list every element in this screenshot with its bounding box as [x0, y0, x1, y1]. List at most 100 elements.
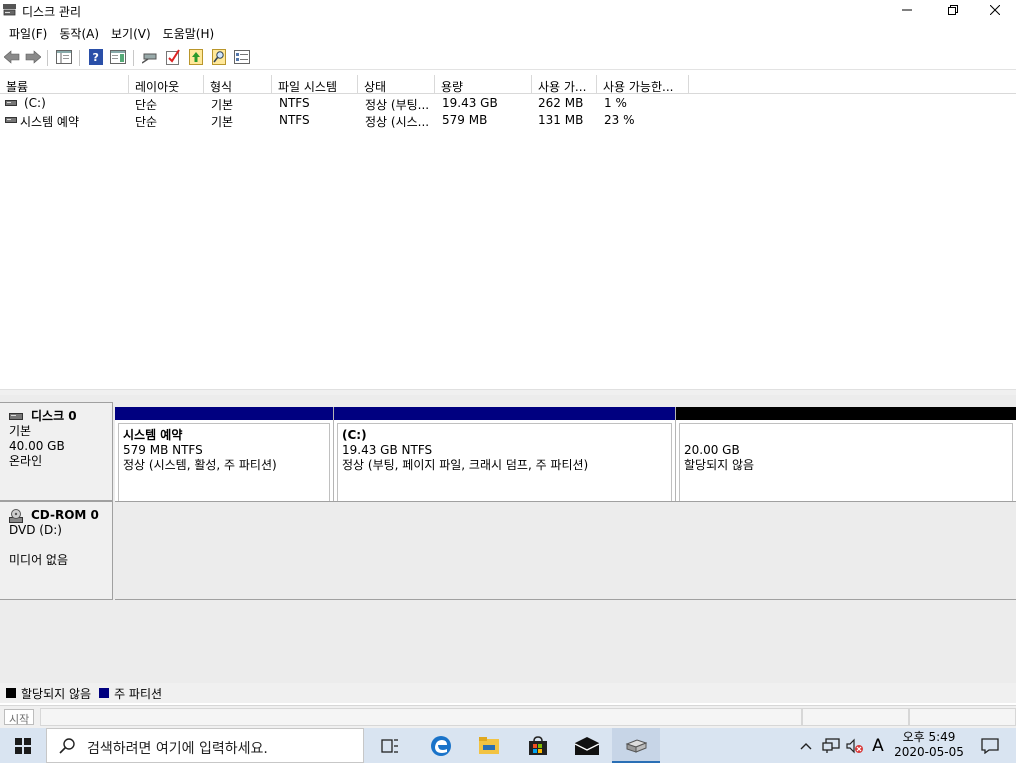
- menu-help[interactable]: 도움말(H): [157, 22, 221, 42]
- forward-button[interactable]: [24, 48, 42, 66]
- disk-management-app-icon: [3, 4, 16, 16]
- cdrom-0-type: DVD (D:): [9, 523, 62, 537]
- cell-percent-free: 1 %: [604, 96, 627, 110]
- minimize-icon: [902, 9, 912, 11]
- column-layout[interactable]: 레이아웃: [129, 75, 204, 94]
- start-button[interactable]: [0, 728, 46, 763]
- partition-status: 정상 (부팅, 페이지 파일, 크래시 덤프, 주 파티션): [342, 458, 589, 472]
- cell-free-space: 131 MB: [538, 113, 584, 127]
- volume-icon: [5, 117, 17, 123]
- menu-view[interactable]: 보기(V): [105, 22, 157, 42]
- cell-status: 정상 (부팅...: [365, 98, 430, 112]
- cell-layout: 단순: [135, 98, 158, 112]
- table-row[interactable]: 시스템 예약 단순 기본 NTFS 정상 (시스... 579 MB 131 M…: [0, 112, 1016, 129]
- check-icon: [166, 49, 180, 65]
- table-row[interactable]: (C:) 단순 기본 NTFS 정상 (부팅... 19.43 GB 262 M…: [0, 95, 1016, 112]
- forward-icon: [25, 50, 41, 64]
- disk-management-taskbar-button[interactable]: [612, 728, 660, 763]
- list-button[interactable]: [233, 48, 251, 66]
- mail-icon: [575, 736, 599, 755]
- status-panel: [802, 708, 909, 726]
- status-start-label: 시작: [4, 709, 35, 726]
- properties-button[interactable]: [109, 48, 127, 66]
- search-icon: [212, 49, 226, 65]
- column-type[interactable]: 형식: [204, 75, 272, 94]
- restore-button[interactable]: [930, 0, 976, 20]
- partition-status: 할당되지 않음: [684, 458, 755, 472]
- title-bar: 디스크 관리: [0, 0, 1016, 20]
- cell-status: 정상 (시스...: [365, 115, 430, 129]
- export-icon: [189, 49, 203, 65]
- notifications-button[interactable]: [974, 728, 1006, 763]
- cd-drive-icon: [9, 508, 23, 523]
- cell-file-system: NTFS: [279, 113, 310, 127]
- input-method-indicator[interactable]: A: [866, 728, 890, 763]
- cell-volume: (C:): [24, 96, 46, 110]
- help-button[interactable]: ?: [87, 48, 105, 66]
- mail-button[interactable]: [563, 728, 611, 763]
- legend-label-primary: 주 파티션: [114, 686, 163, 701]
- search-button[interactable]: [210, 48, 228, 66]
- partition-unallocated[interactable]: 20.00 GB 할당되지 않음: [676, 407, 1016, 506]
- back-button[interactable]: [3, 48, 21, 66]
- column-file-system[interactable]: 파일 시스템: [272, 75, 358, 94]
- cell-percent-free: 23 %: [604, 113, 635, 127]
- store-icon: [529, 735, 547, 755]
- column-capacity[interactable]: 용량: [435, 75, 532, 94]
- restore-icon: [948, 5, 958, 15]
- partition-box: 시스템 예약 579 MB NTFS 정상 (시스템, 활성, 주 파티션): [118, 423, 330, 503]
- taskbar-search-box[interactable]: 검색하려면 여기에 입력하세요.: [46, 728, 364, 763]
- task-view-button[interactable]: [366, 728, 414, 763]
- volume-button[interactable]: [844, 728, 866, 763]
- disk-0-label[interactable]: 디스크 0 기본 40.00 GB 온라인: [0, 402, 113, 501]
- cdrom-0-area[interactable]: [115, 501, 1016, 600]
- task-view-icon: [381, 738, 398, 753]
- column-free-space[interactable]: 사용 가...: [532, 75, 597, 94]
- partition-name: 시스템 예약: [123, 428, 183, 442]
- partition-c-drive[interactable]: (C:) 19.43 GB NTFS 정상 (부팅, 페이지 파일, 크래시 덤…: [334, 407, 676, 506]
- partition-size: 579 MB NTFS: [123, 443, 203, 457]
- cell-capacity: 579 MB: [442, 113, 488, 127]
- cell-capacity: 19.43 GB: [442, 96, 498, 110]
- menu-action[interactable]: 동작(A): [53, 22, 105, 42]
- cell-layout: 단순: [135, 115, 158, 129]
- edge-button[interactable]: [417, 728, 465, 763]
- cdrom-0-label[interactable]: CD-ROM 0 DVD (D:) 미디어 없음: [0, 501, 113, 600]
- export-button[interactable]: [187, 48, 205, 66]
- cell-type: 기본: [211, 98, 234, 112]
- column-percent-free[interactable]: 사용 가능한...: [597, 75, 689, 94]
- partition-name: [684, 428, 1012, 443]
- menu-file[interactable]: 파일(F): [3, 22, 53, 42]
- file-explorer-button[interactable]: [465, 728, 513, 763]
- store-button[interactable]: [514, 728, 562, 763]
- legend: 할당되지 않음 주 파티션: [0, 683, 1016, 703]
- cdrom-0-state: 미디어 없음: [9, 553, 69, 567]
- disk-0-title: 디스크 0: [31, 409, 77, 423]
- partition-name: (C:): [342, 428, 367, 442]
- status-panel: [909, 708, 1016, 726]
- column-volume[interactable]: 볼륨: [0, 75, 129, 94]
- close-button[interactable]: [972, 0, 1016, 20]
- volume-list: 볼륨 레이아웃 형식 파일 시스템 상태 용량 사용 가... 사용 가능한..…: [0, 75, 1016, 388]
- connect-button[interactable]: [141, 48, 159, 66]
- menu-bar: 파일(F) 동작(A) 보기(V) 도움말(H): [0, 22, 1016, 42]
- network-icon: [822, 737, 840, 753]
- cell-file-system: NTFS: [279, 96, 310, 110]
- search-icon: [59, 738, 75, 754]
- partition-size: 20.00 GB: [684, 443, 740, 457]
- column-status[interactable]: 상태: [358, 75, 435, 94]
- show-hidden-icons-button[interactable]: [796, 728, 816, 763]
- minimize-button[interactable]: [884, 0, 930, 20]
- volume-muted-icon: [846, 738, 863, 753]
- console-tree-button[interactable]: [55, 48, 73, 66]
- cell-volume: 시스템 예약: [20, 115, 80, 129]
- network-button[interactable]: [820, 728, 842, 763]
- file-explorer-icon: [479, 736, 499, 754]
- check-button[interactable]: [164, 48, 182, 66]
- disk-0-size: 40.00 GB: [9, 439, 65, 453]
- partition-system-reserved[interactable]: 시스템 예약 579 MB NTFS 정상 (시스템, 활성, 주 파티션): [115, 407, 334, 506]
- partition-box: 20.00 GB 할당되지 않음: [679, 423, 1013, 503]
- partition-bar: [676, 407, 1016, 420]
- svg-text:?: ?: [93, 51, 99, 64]
- taskbar-clock[interactable]: 오후 5:49 2020-05-05: [890, 730, 968, 760]
